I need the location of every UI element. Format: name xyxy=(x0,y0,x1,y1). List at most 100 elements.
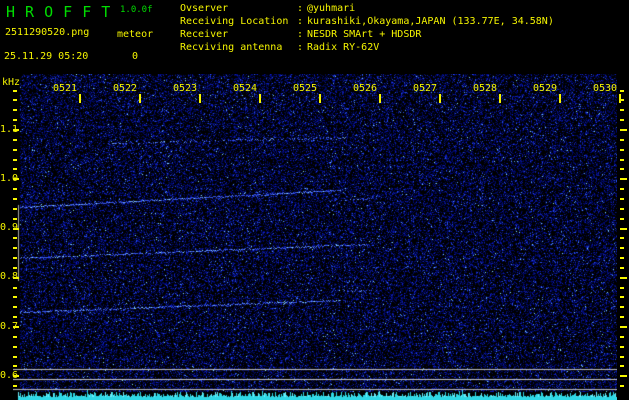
time-tick-label: 0524 xyxy=(233,83,258,94)
info-colon: : xyxy=(297,42,304,53)
minute-tick xyxy=(379,94,381,103)
freq-tick-minor xyxy=(13,109,17,111)
freq-tick-label: 0.7 xyxy=(0,321,19,332)
freq-tick-minor xyxy=(620,237,624,239)
info-label: Recviving antenna xyxy=(180,42,283,53)
freq-tick-major xyxy=(13,375,19,377)
freq-tick-minor xyxy=(620,385,624,387)
freq-tick-minor xyxy=(620,208,624,210)
spectrogram-canvas xyxy=(13,74,617,400)
freq-tick-major xyxy=(13,326,19,328)
info-value: NESDR SMArt + HDSDR xyxy=(307,29,422,40)
freq-tick-minor xyxy=(620,296,624,298)
minute-tick xyxy=(319,94,321,103)
time-tick-label: 0528 xyxy=(473,83,498,94)
freq-tick-minor xyxy=(13,257,17,259)
time-tick-label: 0522 xyxy=(113,83,138,94)
freq-tick-minor xyxy=(13,346,17,348)
info-colon: : xyxy=(297,3,304,14)
info-row: Receiver: NESDR SMArt + HDSDR xyxy=(180,28,554,41)
freq-tick-minor xyxy=(13,159,17,161)
freq-tick-major xyxy=(620,375,627,377)
freq-tick-minor xyxy=(13,139,17,141)
info-row: Recviving antenna: Radix RY-62V xyxy=(180,41,554,54)
freq-tick-minor xyxy=(13,296,17,298)
time-tick-label: 0530 xyxy=(593,83,618,94)
freq-tick-minor xyxy=(13,218,17,220)
time-tick-label: 0521 xyxy=(53,83,78,94)
freq-tick-minor xyxy=(620,139,624,141)
meteor-count: 0 xyxy=(132,51,139,62)
info-label: Receiving Location xyxy=(180,16,289,27)
freq-tick-label: 1.1 xyxy=(0,124,19,135)
freq-tick-minor xyxy=(620,287,624,289)
freq-tick-label: 0.9 xyxy=(0,222,19,233)
freq-tick-minor xyxy=(13,267,17,269)
freq-tick-minor xyxy=(13,119,17,121)
minute-tick xyxy=(259,94,261,103)
info-colon: : xyxy=(297,29,304,40)
freq-tick-minor xyxy=(13,168,17,170)
freq-tick-label: 0.6 xyxy=(0,370,19,381)
freq-tick-minor xyxy=(13,287,17,289)
freq-tick-minor xyxy=(620,316,624,318)
freq-tick-label: 0.8 xyxy=(0,271,19,282)
freq-tick-minor xyxy=(13,247,17,249)
freq-tick-minor xyxy=(620,336,624,338)
freq-tick-minor xyxy=(13,316,17,318)
time-tick-label: 0529 xyxy=(533,83,558,94)
freq-tick-minor xyxy=(620,346,624,348)
info-value: @yuhmari xyxy=(307,3,356,14)
freq-tick-minor xyxy=(13,385,17,387)
output-filename: 2511290520.png xyxy=(5,27,90,38)
time-tick-label: 0523 xyxy=(173,83,198,94)
minute-tick xyxy=(439,94,441,103)
freq-tick-minor xyxy=(620,247,624,249)
info-colon: : xyxy=(297,16,304,27)
app-version: 1.0.0f xyxy=(120,5,153,15)
freq-tick-minor xyxy=(620,168,624,170)
freq-tick-major xyxy=(13,228,19,230)
freq-tick-minor xyxy=(620,198,624,200)
freq-tick-minor xyxy=(620,119,624,121)
freq-tick-label: 1.0 xyxy=(0,173,19,184)
freq-tick-minor xyxy=(13,365,17,367)
y-axis-unit-label: kHz xyxy=(2,77,21,88)
minute-tick xyxy=(559,94,561,103)
minute-tick xyxy=(79,94,81,103)
minute-tick xyxy=(199,94,201,103)
freq-tick-major xyxy=(620,277,627,279)
info-label: Receiver xyxy=(180,29,229,40)
hrofft-output-window: H R O F F T 1.0.0f 2511290520.png meteor… xyxy=(0,0,629,400)
minute-tick xyxy=(139,94,141,103)
info-value: Radix RY-62V xyxy=(307,42,380,53)
freq-tick-minor xyxy=(620,267,624,269)
freq-tick-major xyxy=(620,228,627,230)
freq-tick-minor xyxy=(620,159,624,161)
observer-info-block: Ovserver: @yuhmari Receiving Location: kura… xyxy=(180,2,554,54)
info-label: Ovserver xyxy=(180,3,229,14)
freq-tick-minor xyxy=(620,149,624,151)
meteor-label: meteor xyxy=(117,29,154,40)
freq-tick-minor xyxy=(620,257,624,259)
freq-tick-minor xyxy=(620,90,624,92)
freq-tick-major xyxy=(620,178,627,180)
freq-tick-minor xyxy=(13,306,17,308)
info-row: Receiving Location: kurashiki,Okayama,JAP… xyxy=(180,15,554,28)
freq-tick-minor xyxy=(620,365,624,367)
freq-tick-minor xyxy=(620,356,624,358)
freq-tick-minor xyxy=(620,188,624,190)
freq-tick-minor xyxy=(13,208,17,210)
freq-tick-major xyxy=(620,326,627,328)
freq-tick-major xyxy=(13,129,19,131)
minute-tick xyxy=(619,94,621,103)
freq-tick-minor xyxy=(620,109,624,111)
freq-tick-minor xyxy=(13,198,17,200)
freq-tick-minor xyxy=(13,188,17,190)
time-tick-label: 0527 xyxy=(413,83,438,94)
freq-tick-minor xyxy=(13,90,17,92)
minute-tick xyxy=(499,94,501,103)
time-tick-label: 0525 xyxy=(293,83,318,94)
info-value: kurashiki,Okayama,JAPAN (133.77E, 34.58N… xyxy=(307,16,554,27)
app-title: H R O F F T xyxy=(6,3,111,21)
